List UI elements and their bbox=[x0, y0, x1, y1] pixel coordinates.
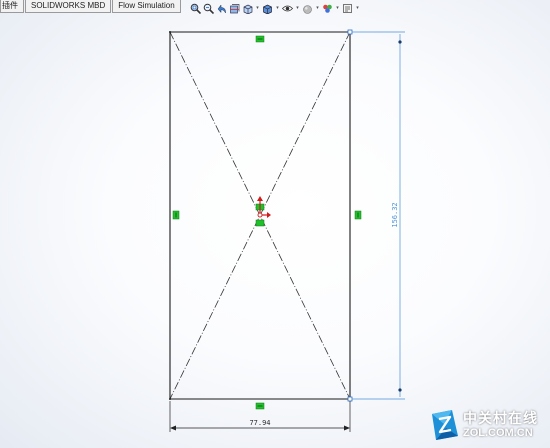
watermark-cn-text: 中关村在线 bbox=[463, 411, 538, 427]
height-dimension-value[interactable]: 156.32 bbox=[391, 202, 399, 227]
zol-logo-icon bbox=[432, 410, 458, 440]
vertical-relation-icon[interactable] bbox=[354, 210, 362, 220]
horizontal-relation-icon[interactable] bbox=[255, 402, 265, 410]
sketch-point-bottom-left[interactable] bbox=[169, 398, 171, 400]
watermark-url-text: ZOL.COM.CN bbox=[463, 427, 533, 439]
zol-watermark: 中关村在线 ZOL.COM.CN bbox=[430, 404, 548, 446]
sketch-point-top-left[interactable] bbox=[169, 31, 171, 33]
sketch-point-bottom-right[interactable] bbox=[347, 396, 353, 402]
sketch-point-top-right[interactable] bbox=[347, 29, 353, 35]
horizontal-relation-icon[interactable] bbox=[255, 35, 265, 43]
graphics-area[interactable]: 77.94 156.32 bbox=[0, 0, 550, 448]
width-dimension-value[interactable]: 77.94 bbox=[249, 419, 270, 427]
vertical-relation-icon[interactable] bbox=[172, 210, 180, 220]
